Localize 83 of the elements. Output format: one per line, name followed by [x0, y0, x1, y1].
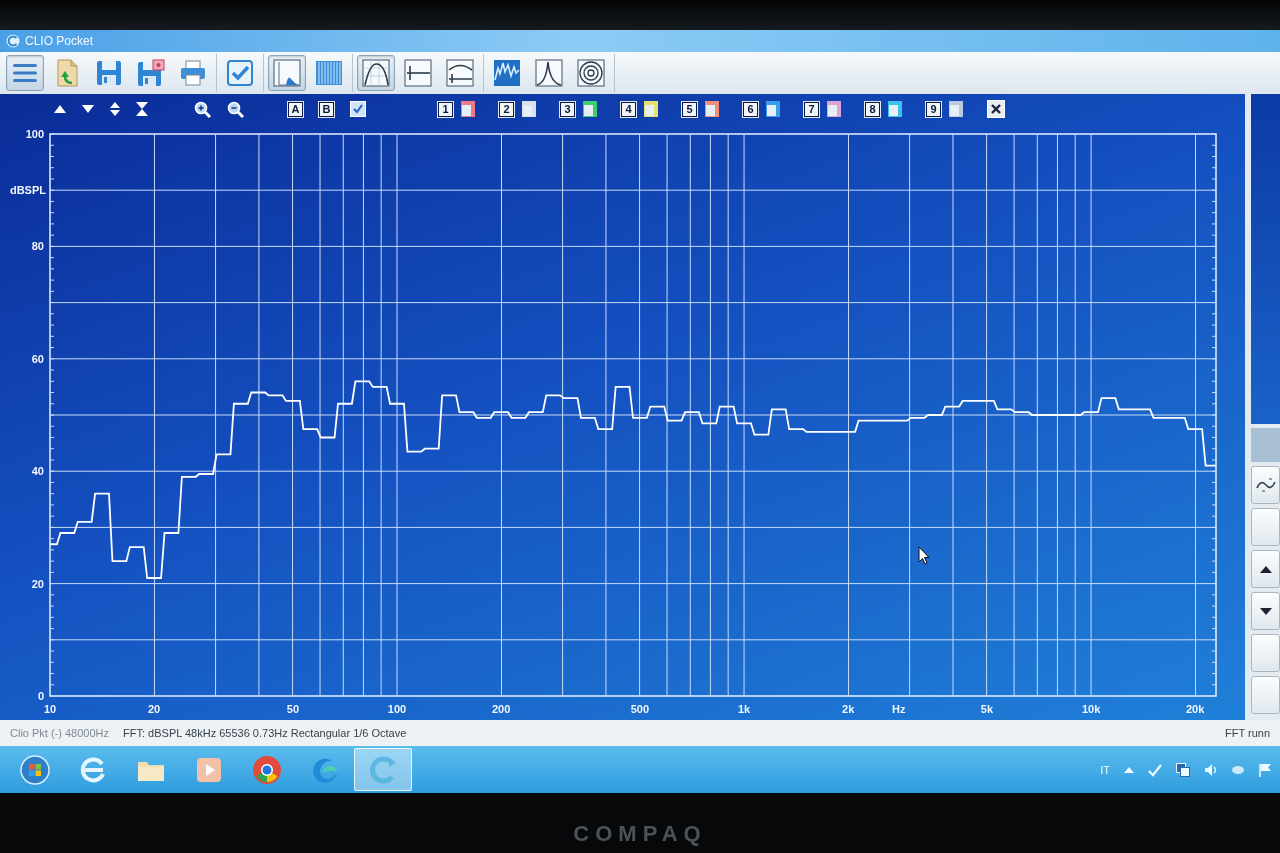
device-status: Clio Pkt (-) 48000Hz: [10, 727, 110, 739]
striped-graph-icon: [314, 58, 344, 88]
y-axis-title: dBSPL: [9, 184, 46, 197]
arc-icon: [368, 754, 398, 785]
triangle-down-icon: [1259, 607, 1272, 615]
impulse-graph-icon: [403, 58, 433, 88]
x-axis-title: Hz: [892, 703, 906, 715]
number-button[interactable]: 3: [560, 101, 575, 117]
color-swatch-icon[interactable]: [888, 101, 902, 117]
number-button[interactable]: 8: [865, 101, 880, 117]
number-button[interactable]: 1: [438, 101, 453, 117]
toolbar-button[interactable]: [357, 55, 395, 91]
number-button[interactable]: 5: [682, 101, 697, 117]
ring-disc-icon: [252, 754, 282, 785]
start-orb-icon: [20, 754, 50, 785]
printer-icon: [178, 58, 208, 88]
color-swatch-icon[interactable]: [827, 101, 841, 117]
letter-button[interactable]: A: [288, 101, 303, 117]
x-axis-label: 10k: [1081, 703, 1101, 715]
y-axis-label: 100: [25, 128, 44, 140]
dot-icon[interactable]: [1232, 765, 1244, 774]
color-swatch-icon[interactable]: [949, 101, 963, 117]
color-swatch-icon[interactable]: [644, 101, 658, 117]
x-axis-label: 2k: [842, 703, 855, 715]
color-swatch-icon[interactable]: [583, 101, 597, 117]
analysis-settings: FFT: dBSPL 48kHz 65536 0.73Hz Rectangular 1/6 Octave: [123, 727, 407, 739]
x-axis-label: 200: [491, 703, 511, 715]
color-swatch-icon[interactable]: [766, 101, 780, 117]
monitor-logo: COMPAQ: [573, 821, 707, 847]
panel-strip: [1251, 428, 1280, 462]
number-button[interactable]: 7: [804, 101, 819, 117]
y-axis-label: 20: [31, 577, 44, 590]
y-axis-label: 60: [31, 352, 44, 365]
hourglass-icon[interactable]: [136, 102, 148, 116]
y-axis-label: 0: [37, 690, 44, 702]
x-axis-label: 500: [630, 703, 650, 715]
floppy-disk-picture-icon: [136, 58, 166, 88]
triangle-down-icon[interactable]: [82, 105, 94, 113]
x-axis-label: 100: [387, 703, 407, 715]
checkbox-tick-icon[interactable]: [350, 101, 366, 117]
mouse-pointer-icon: [918, 546, 930, 565]
y-axis-label: 80: [31, 240, 44, 253]
up-down-arrows-icon[interactable]: [110, 102, 120, 116]
caret-up-icon[interactable]: [1124, 766, 1134, 773]
panel-button[interactable]: [1251, 550, 1280, 588]
taskbar-button[interactable]: [354, 748, 412, 791]
wave-icon: [1255, 478, 1276, 492]
window-stack-icon[interactable]: [1176, 762, 1190, 777]
panel-button[interactable]: [1251, 592, 1280, 630]
arc-icon: [6, 34, 20, 48]
x-axis-label: 5k: [980, 703, 994, 715]
panel-button[interactable]: [1251, 466, 1280, 504]
speaker-icon[interactable]: [1204, 762, 1218, 777]
triangle-up-icon[interactable]: [54, 105, 66, 113]
run-status: FFT runn: [1224, 727, 1270, 739]
x-axis-label: 20: [148, 703, 161, 715]
x-axis-label: 10: [43, 703, 57, 715]
color-swatch-icon[interactable]: [705, 101, 719, 117]
x-axis-label: 1k: [737, 703, 751, 715]
x-axis-label: 50: [286, 703, 300, 715]
window-title: CLIO Pocket: [25, 34, 94, 48]
number-button[interactable]: 9: [926, 101, 941, 117]
zoom-out-icon[interactable]: [227, 100, 244, 118]
letter-button[interactable]: B: [319, 101, 334, 117]
close-icon[interactable]: [987, 100, 1005, 118]
number-button[interactable]: 6: [743, 101, 758, 117]
dual-curve-graph-icon: [445, 58, 475, 88]
y-axis-label: 40: [31, 465, 44, 478]
curve-graph-icon: [361, 58, 391, 88]
peak-graph-icon: [534, 58, 564, 88]
color-swatch-icon[interactable]: [461, 101, 475, 117]
color-swatch-icon[interactable]: [522, 101, 536, 117]
zoom-in-icon[interactable]: [194, 100, 211, 118]
triangle-up-icon: [1259, 565, 1272, 573]
checkbox-tick-icon: [225, 58, 255, 88]
flag-icon[interactable]: [1258, 762, 1272, 777]
number-button[interactable]: 4: [621, 101, 636, 117]
waterfall-graph-icon: [492, 58, 522, 88]
x-axis-label: 20k: [1186, 703, 1205, 715]
number-button[interactable]: 2: [499, 101, 514, 117]
area-graph-icon: [272, 58, 302, 88]
check-icon[interactable]: [1148, 762, 1162, 777]
concentric-circles-icon: [576, 58, 606, 88]
